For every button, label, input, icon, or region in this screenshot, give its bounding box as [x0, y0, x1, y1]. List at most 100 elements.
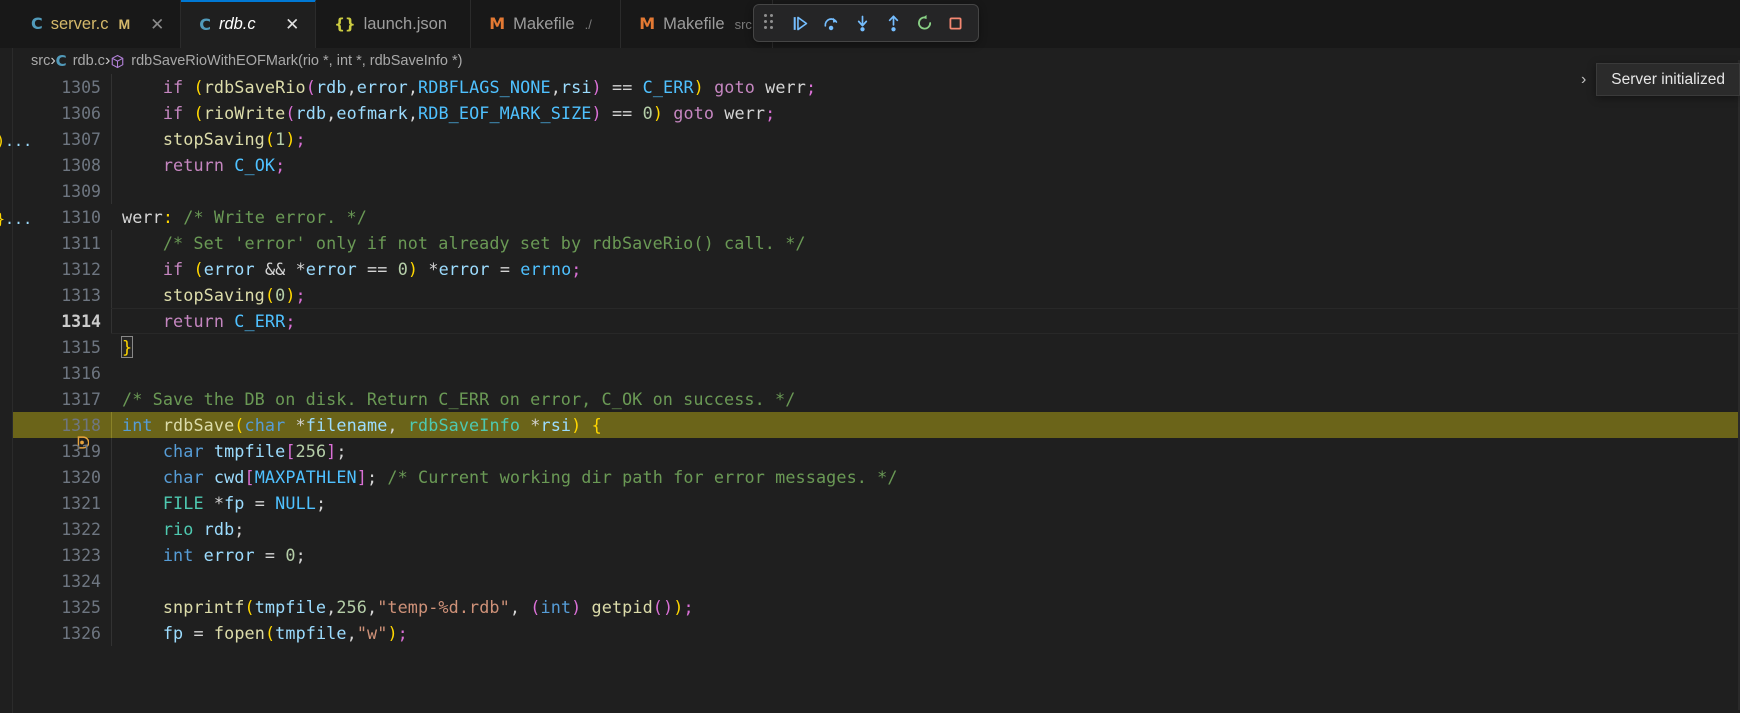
line-number: 1316	[61, 363, 101, 383]
tab-label: server.c	[50, 14, 109, 33]
gutter[interactable]	[13, 386, 43, 412]
line-content: fp = fopen(tmpfile,"w");	[162, 623, 408, 643]
code-line: 1308 return C_OK;	[13, 152, 1740, 178]
code-line: 1324	[13, 568, 1740, 594]
line-number: 1317	[61, 389, 101, 409]
gutter[interactable]	[13, 412, 90, 449]
code-line-execution: 1318 int rdbSave(char *filename, rdbSave…	[13, 412, 1740, 449]
json-file-icon: {}	[334, 14, 356, 33]
makefile-icon: M	[489, 14, 506, 33]
gutter[interactable]	[13, 282, 43, 308]
sliver-text-fragment: )...	[0, 132, 33, 150]
code-line: 1325 snprintf(tmpfile,256,"temp-%d.rdb",…	[13, 594, 1740, 620]
code-line: 1307 stopSaving(1);	[13, 126, 1740, 152]
gutter[interactable]	[13, 620, 43, 646]
breadcrumb-file[interactable]: C rdb.c	[56, 52, 105, 70]
close-icon[interactable]: ✕	[283, 16, 301, 33]
gutter[interactable]	[13, 230, 43, 256]
code-line: 1305 if (rdbSaveRio(rdb,error,RDBFLAGS_N…	[13, 74, 1740, 100]
gutter[interactable]	[13, 256, 43, 282]
gutter[interactable]	[13, 516, 43, 542]
code-line: 1320 char cwd[MAXPATHLEN]; /* Current wo…	[13, 464, 1740, 490]
line-number: 1321	[61, 493, 101, 513]
indent-guide	[111, 360, 112, 386]
bracket-match-highlight: }	[120, 336, 134, 358]
gutter[interactable]	[13, 178, 43, 204]
code-line: 1313 stopSaving(0);	[13, 282, 1740, 308]
line-content: snprintf(tmpfile,256,"temp-%d.rdb", (int…	[162, 597, 694, 617]
step-out-button[interactable]	[879, 9, 908, 37]
code-line: 1311 /* Set 'error' only if not already …	[13, 230, 1740, 256]
line-content: /* Save the DB on disk. Return C_ERR on …	[122, 389, 796, 409]
indent-guide	[111, 178, 112, 204]
debug-toolbar	[753, 4, 979, 42]
step-into-button[interactable]	[848, 9, 877, 37]
gutter[interactable]	[13, 334, 43, 360]
tab-rdb-c[interactable]: C rdb.c ✕	[181, 0, 317, 48]
tab-server-c[interactable]: C server.c M ✕	[13, 0, 182, 48]
code-line: 1317 /* Save the DB on disk. Return C_ER…	[13, 386, 1740, 412]
gutter[interactable]	[13, 464, 43, 490]
gutter[interactable]	[13, 438, 43, 464]
tab-description: ./	[584, 16, 592, 32]
code-lines: 1305 if (rdbSaveRio(rdb,error,RDBFLAGS_N…	[13, 74, 1740, 646]
line-number: 1320	[61, 467, 101, 487]
breadcrumb-file-label: rdb.c	[72, 53, 105, 69]
line-number: 1319	[61, 441, 101, 461]
symbol-function-icon	[110, 54, 125, 69]
indent-guide	[111, 568, 112, 594]
line-number: 1326	[61, 623, 101, 643]
adjacent-editor-sliver: )... }...	[0, 0, 32, 713]
line-number: 1324	[61, 571, 101, 591]
code-line: 1319 char tmpfile[256];	[13, 438, 1740, 464]
step-over-button[interactable]	[817, 9, 846, 37]
line-number: 1312	[61, 259, 101, 279]
tab-description: src	[734, 16, 752, 32]
line-number: 1322	[61, 519, 101, 539]
gutter[interactable]	[13, 594, 43, 620]
breadcrumb-symbol[interactable]: rdbSaveRioWithEOFMark(rio *, int *, rdbS…	[110, 53, 462, 69]
gutter[interactable]	[13, 308, 43, 334]
c-file-icon: C	[55, 52, 67, 70]
vscode-editor-window: )... }... C server.c M ✕ C rdb.c ✕ {} la…	[0, 0, 1740, 713]
line-content: stopSaving(0);	[162, 285, 306, 305]
gutter[interactable]	[13, 100, 43, 126]
tab-makefile-root[interactable]: M Makefile ./	[471, 0, 622, 48]
gutter[interactable]	[13, 74, 43, 100]
chevron-right-icon[interactable]: ›	[1571, 71, 1586, 89]
tab-label: Makefile	[663, 14, 725, 33]
tab-label: rdb.c	[218, 15, 256, 33]
code-editor[interactable]: 1305 if (rdbSaveRio(rdb,error,RDBFLAGS_N…	[13, 74, 1740, 713]
close-icon[interactable]: ✕	[148, 16, 166, 33]
peek-message: Server initialized	[1596, 63, 1740, 96]
code-line: 1315 }	[13, 334, 1740, 360]
line-content: FILE *fp = NULL;	[162, 493, 327, 513]
breadcrumb-root[interactable]: src	[31, 53, 50, 69]
gutter[interactable]	[13, 360, 43, 386]
code-line: 1309	[13, 178, 1740, 204]
drag-handle-icon[interactable]	[764, 14, 778, 32]
gutter[interactable]	[13, 152, 43, 178]
line-content: if (error && *error == 0) *error = errno…	[162, 259, 582, 279]
line-number: 1310	[61, 207, 101, 227]
code-line: 1322 rio rdb;	[13, 516, 1740, 542]
restart-button[interactable]	[910, 9, 939, 37]
debug-stackframe-icon[interactable]	[23, 418, 90, 449]
gutter[interactable]	[13, 568, 43, 594]
line-content: rio rdb;	[162, 519, 245, 539]
line-content: return C_ERR;	[162, 311, 296, 331]
tab-makefile-src[interactable]: M Makefile src	[621, 0, 774, 48]
c-file-icon: C	[199, 14, 211, 34]
line-content: if (rioWrite(rdb,eofmark,RDB_EOF_MARK_SI…	[162, 103, 776, 123]
code-line: 1326 fp = fopen(tmpfile,"w");	[13, 620, 1740, 646]
gutter[interactable]	[13, 542, 43, 568]
gutter[interactable]	[13, 490, 43, 516]
continue-button[interactable]	[786, 9, 815, 37]
tab-launch-json[interactable]: {} launch.json	[316, 0, 472, 48]
debug-hover-widget[interactable]: › Server initialized	[1571, 63, 1740, 96]
stop-button[interactable]	[941, 9, 970, 37]
editor-group-divider	[12, 48, 13, 713]
line-number: 1315	[61, 337, 101, 357]
adjacent-tabstrip	[0, 0, 13, 48]
sliver-text-fragment: }...	[0, 210, 33, 228]
